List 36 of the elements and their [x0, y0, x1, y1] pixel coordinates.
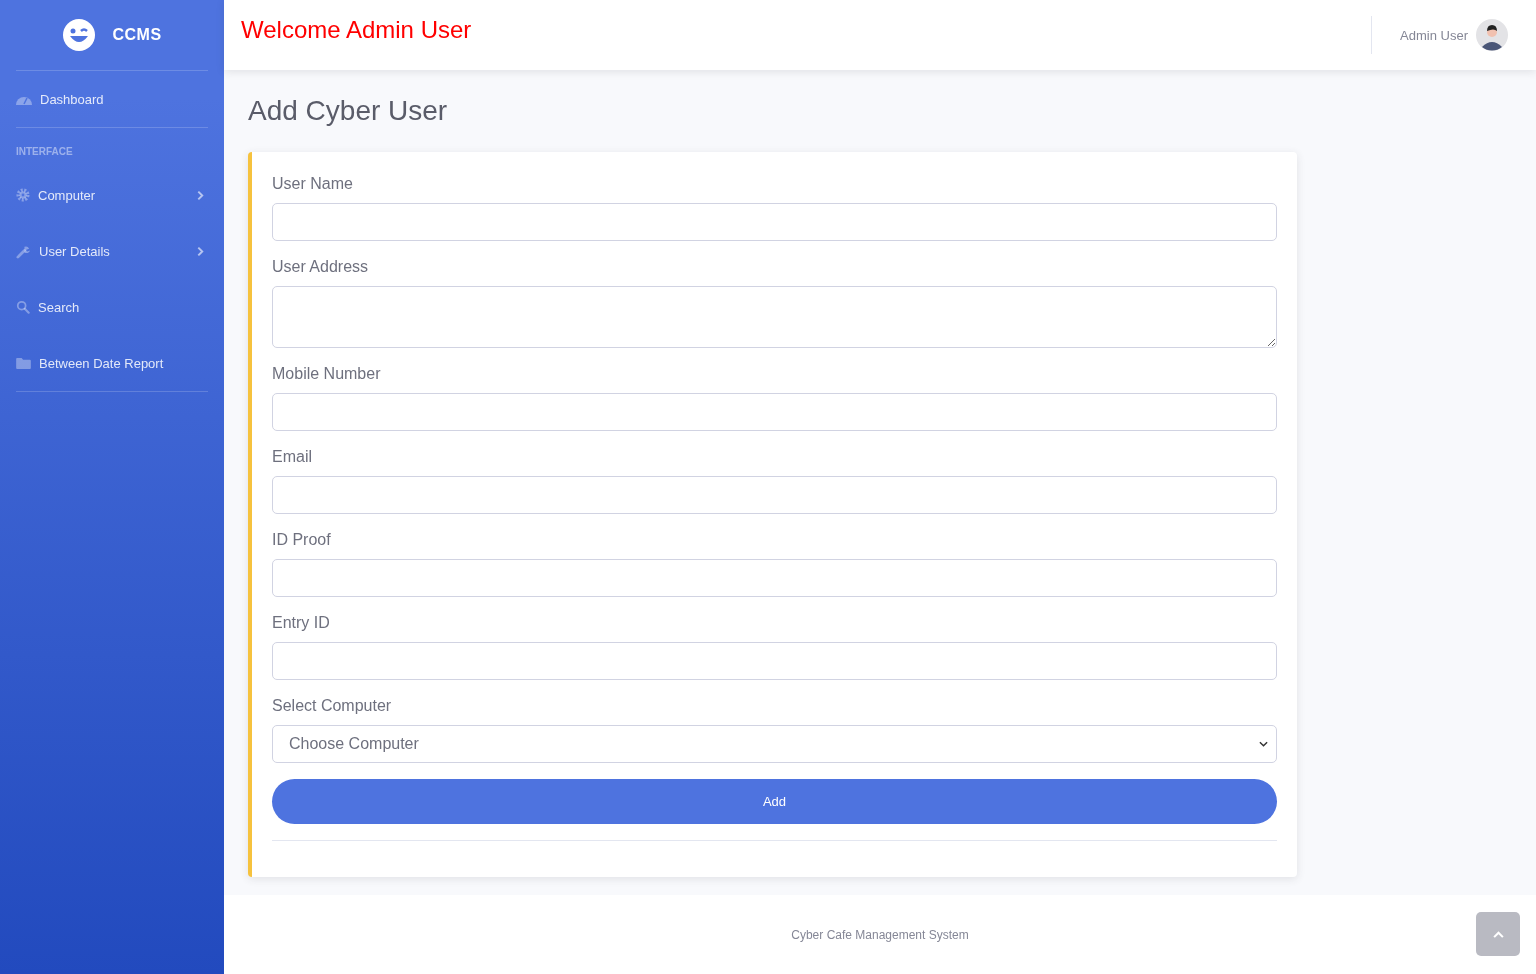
sidebar-item[interactable]: Computer — [16, 167, 208, 223]
sidebar-item[interactable]: Dashboard — [16, 71, 208, 127]
chevron-down-icon — [1259, 741, 1268, 747]
sidebar-heading: INTERFACE — [16, 146, 74, 157]
chevron-right-icon — [197, 245, 204, 257]
sidebar-item[interactable]: Between Date Report — [16, 335, 208, 391]
chevron-right-icon — [197, 189, 204, 201]
select-dropdown[interactable]: Choose Computer — [272, 725, 1277, 763]
footer-text: Cyber Cafe Management System — [791, 927, 969, 942]
input-field[interactable] — [272, 203, 1277, 241]
input-field[interactable] — [272, 642, 1277, 680]
field-label: Email — [272, 447, 313, 466]
welcome-message: Welcome Admin User — [241, 16, 473, 44]
search-icon — [16, 300, 30, 314]
input-field[interactable] — [272, 559, 1277, 597]
field-label: User Address — [272, 257, 370, 276]
scroll-to-top-button[interactable] — [1476, 912, 1520, 956]
field-label: ID Proof — [272, 530, 332, 549]
sidebar-item[interactable]: User Details — [16, 223, 208, 279]
avatar-icon[interactable] — [1476, 19, 1508, 51]
field-label: Entry ID — [272, 613, 331, 632]
input-field[interactable] — [272, 476, 1277, 514]
field-label: Select Computer — [272, 696, 393, 715]
input-field[interactable] — [272, 393, 1277, 431]
folder-icon — [16, 357, 31, 369]
field-label: User Name — [272, 174, 354, 193]
settings-icon — [16, 188, 30, 202]
page-title: Add Cyber User — [248, 94, 449, 128]
add-button[interactable]: Add — [272, 779, 1277, 824]
chevron-up-icon — [1492, 930, 1504, 938]
user-name[interactable]: Admin User — [1400, 27, 1468, 43]
text-area[interactable] — [272, 286, 1277, 348]
sidebar-item[interactable]: Search — [16, 279, 208, 335]
winking-face-logo-icon — [62, 18, 97, 52]
brand-name[interactable]: CCMS — [112, 26, 162, 44]
field-label: Mobile Number — [272, 364, 382, 383]
